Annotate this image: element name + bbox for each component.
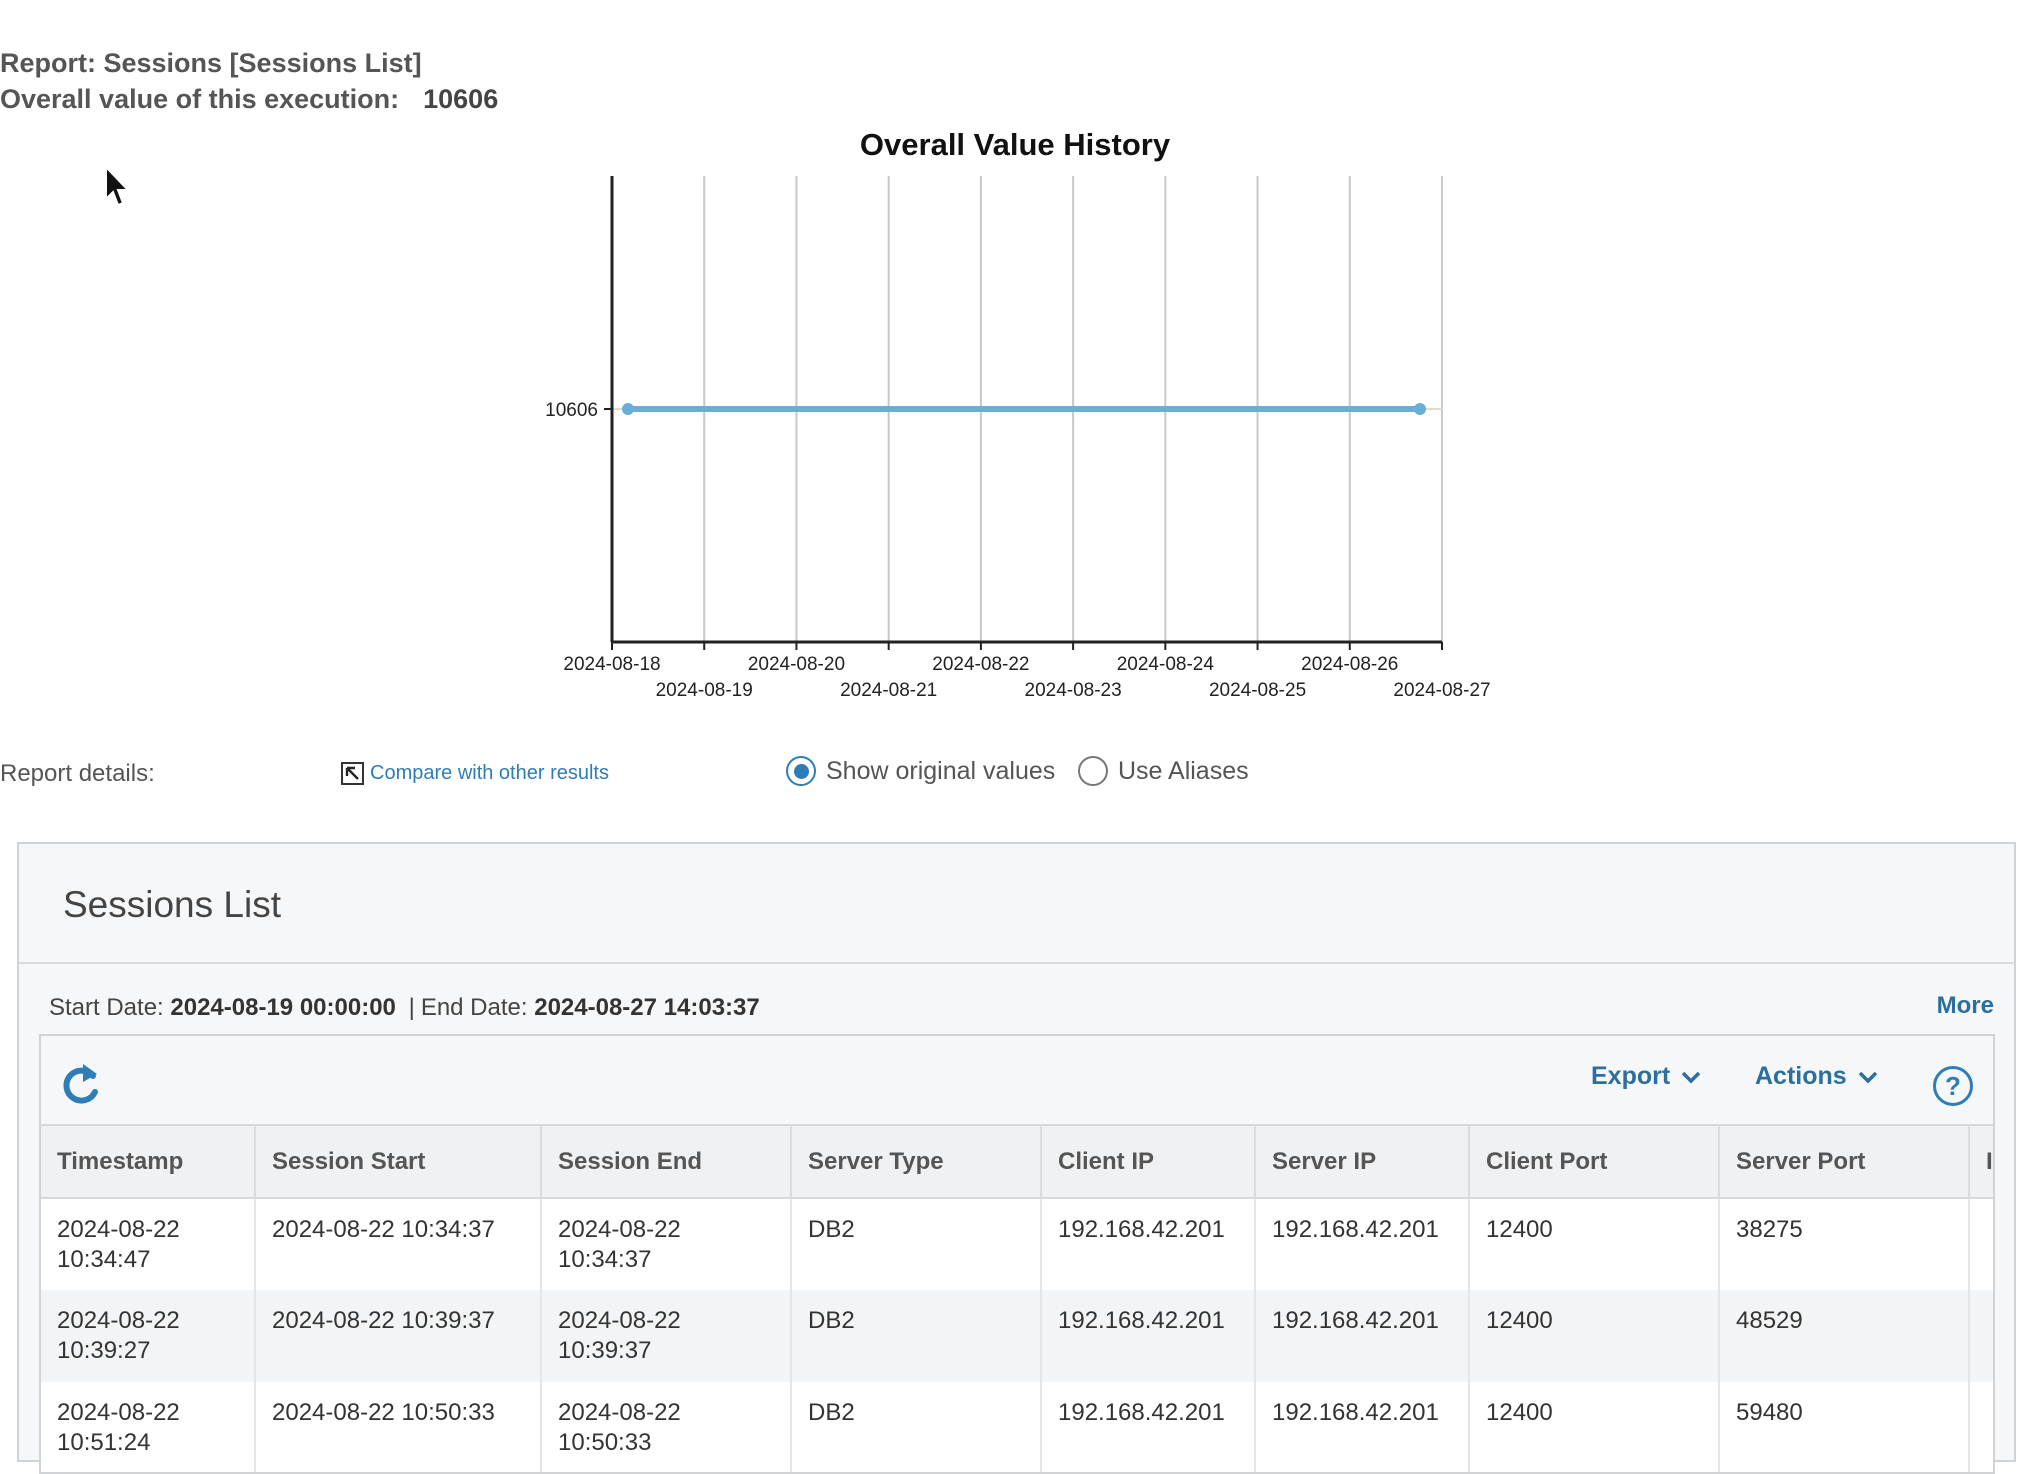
data-point [1414, 403, 1426, 415]
column-header-client-ip[interactable]: Client IP [1041, 1126, 1256, 1199]
cell-session-end: 2024-08-22 10:50:33 [541, 1382, 792, 1472]
x-tick-label: 2024-08-21 [840, 680, 937, 701]
start-date-value: 2024-08-19 00:00:00 [170, 994, 396, 1021]
y-tick-label: 10606 [545, 400, 598, 421]
table-row[interactable]: 2024-08-22 10:34:47 2024-08-22 10:34:37 … [41, 1198, 1993, 1290]
cell-server-ip: 192.168.42.201 [1255, 1198, 1470, 1290]
column-header-server-port[interactable]: Server Port [1719, 1126, 1970, 1199]
cell-session-start: 2024-08-22 10:50:33 [255, 1382, 542, 1472]
overall-value-label: Overall value of this execution: [0, 84, 400, 114]
column-header-timestamp[interactable]: Timestamp [41, 1126, 256, 1199]
chart-title: Overall Value History [860, 127, 1171, 162]
cell-server-ip: 192.168.42.201 [1255, 1382, 1470, 1472]
more-link[interactable]: More [1937, 992, 1994, 1020]
cell-server-type: DB2 [791, 1290, 1042, 1382]
report-title: Report: Sessions [Sessions List] [0, 48, 422, 78]
sessions-table: Timestamp Session Start Session End Serv… [41, 1126, 1993, 1472]
cell-client-ip: 192.168.42.201 [1041, 1290, 1256, 1382]
actions-button[interactable]: Actions [1755, 1062, 1879, 1091]
export-label: Export [1591, 1062, 1671, 1090]
table-row[interactable]: 2024-08-22 10:51:24 2024-08-22 10:50:33 … [41, 1382, 1993, 1472]
x-tick-label: 2024-08-19 [656, 680, 753, 701]
panel-divider [19, 962, 2014, 964]
overall-value-line: Overall value of this execution: 10606 [0, 84, 498, 115]
cell-client-ip: 192.168.42.201 [1041, 1382, 1256, 1472]
cell-session-end: 2024-08-22 10:39:37 [541, 1290, 792, 1382]
sessions-table-container: Export Actions ? Timestamp Session Start… [39, 1034, 1995, 1474]
cell-truncated [1969, 1290, 1993, 1382]
x-tick-label: 2024-08-25 [1209, 680, 1306, 701]
cell-session-start: 2024-08-22 10:34:37 [255, 1198, 542, 1290]
overall-value: 10606 [423, 84, 499, 114]
refresh-icon[interactable] [59, 1060, 103, 1108]
show-original-values-radio[interactable]: Show original values [786, 756, 1055, 786]
cell-server-type: DB2 [791, 1382, 1042, 1472]
column-header-server-ip[interactable]: Server IP [1255, 1126, 1470, 1199]
cell-truncated [1969, 1198, 1993, 1290]
x-tick-label: 2024-08-23 [1025, 680, 1122, 701]
cell-server-port: 38275 [1719, 1198, 1970, 1290]
cell-client-port: 12400 [1469, 1382, 1720, 1472]
cell-server-ip: 192.168.42.201 [1255, 1290, 1470, 1382]
cell-server-port: 59480 [1719, 1382, 1970, 1472]
x-axis-ticks: 2024-08-18 2024-08-19 2024-08-20 2024-08-21… [563, 642, 1491, 701]
cell-timestamp: 2024-08-22 10:51:24 [41, 1382, 256, 1472]
cell-timestamp: 2024-08-22 10:39:27 [41, 1290, 256, 1382]
table-header-row: Timestamp Session Start Session End Serv… [41, 1126, 1993, 1199]
compare-link[interactable]: Compare with other results [341, 762, 609, 785]
cell-server-type: DB2 [791, 1198, 1042, 1290]
radio-button-selected-icon [786, 756, 816, 786]
report-details-label: Report details: [0, 760, 155, 787]
column-header-server-type[interactable]: Server Type [791, 1126, 1042, 1199]
start-date-label: Start Date: [49, 994, 164, 1021]
cell-timestamp: 2024-08-22 10:34:47 [41, 1198, 256, 1290]
column-header-client-port[interactable]: Client Port [1469, 1126, 1720, 1199]
table-toolbar: Export Actions ? [41, 1036, 1993, 1126]
table-row[interactable]: 2024-08-22 10:39:27 2024-08-22 10:39:37 … [41, 1290, 1993, 1382]
chevron-down-icon [1681, 1071, 1701, 1083]
data-point [622, 403, 634, 415]
cell-client-port: 12400 [1469, 1198, 1720, 1290]
column-header-truncated[interactable]: I [1969, 1126, 1993, 1199]
x-tick-label: 2024-08-26 [1301, 654, 1398, 675]
cell-server-port: 48529 [1719, 1290, 1970, 1382]
end-date-value: 2024-08-27 14:03:37 [534, 994, 760, 1021]
chevron-down-icon [1858, 1071, 1877, 1083]
cell-session-start: 2024-08-22 10:39:37 [255, 1290, 542, 1382]
show-original-values-label: Show original values [826, 756, 1056, 785]
column-header-session-start[interactable]: Session Start [255, 1126, 542, 1199]
overall-value-history-chart: Overall Value History 2024-08-182024-08-… [545, 127, 1491, 701]
cell-client-port: 12400 [1469, 1290, 1720, 1382]
cell-truncated [1969, 1382, 1993, 1472]
actions-label: Actions [1755, 1062, 1847, 1090]
export-button[interactable]: Export [1591, 1062, 1702, 1091]
x-tick-label: 2024-08-18 [563, 654, 660, 675]
x-tick-label: 2024-08-22 [932, 654, 1029, 675]
chart-series [622, 403, 1426, 415]
compare-arrow-icon [341, 762, 364, 785]
sessions-list-panel: Sessions List Start Date: 2024-08-19 00:… [17, 842, 2016, 1474]
use-aliases-radio[interactable]: Use Aliases [1078, 756, 1249, 786]
cell-session-end: 2024-08-22 10:34:37 [541, 1198, 792, 1290]
compare-link-label: Compare with other results [370, 762, 609, 784]
x-tick-label: 2024-08-27 [1393, 680, 1490, 701]
end-date-label: End Date: [420, 994, 528, 1021]
x-tick-label: 2024-08-20 [748, 654, 845, 675]
x-tick-label: 2024-08-24 [1117, 654, 1215, 675]
panel-title: Sessions List [63, 884, 281, 925]
column-header-session-end[interactable]: Session End [541, 1126, 792, 1199]
radio-button-icon [1078, 756, 1108, 786]
help-icon[interactable]: ? [1933, 1066, 1973, 1106]
y-axis-ticks: 10606 [545, 400, 612, 421]
date-separator: | [408, 994, 415, 1021]
date-range: Start Date: 2024-08-19 00:00:00 | End Dat… [49, 994, 760, 1022]
use-aliases-label: Use Aliases [1118, 756, 1249, 785]
cell-client-ip: 192.168.42.201 [1041, 1198, 1256, 1290]
